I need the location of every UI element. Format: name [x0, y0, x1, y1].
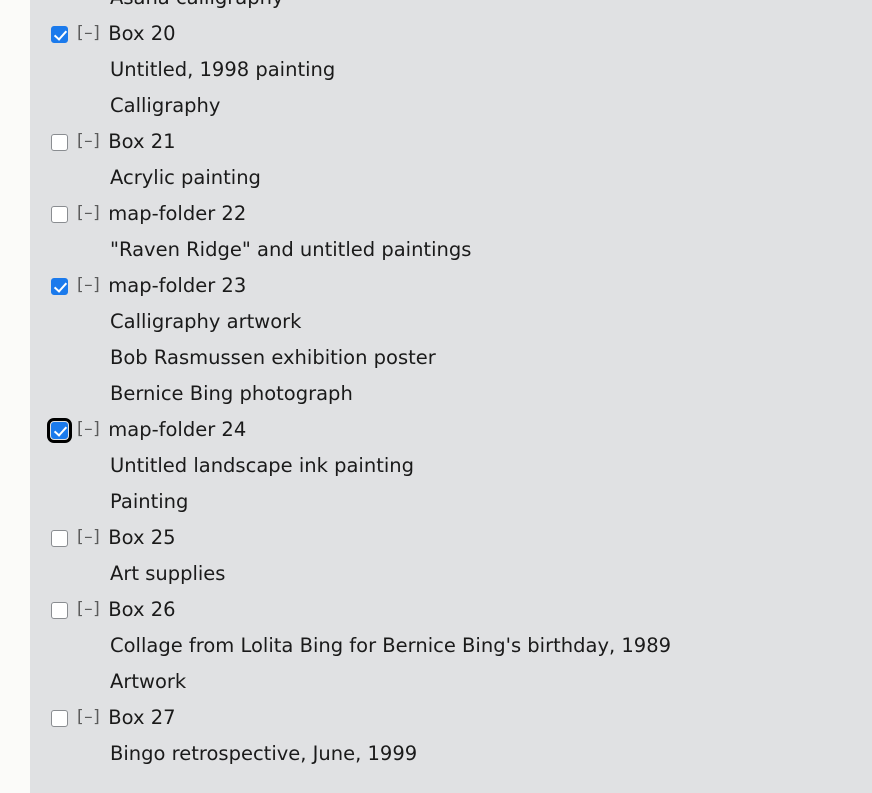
container-row[interactable]: [–] map-folder 22 — [30, 196, 872, 232]
checkbox-checked[interactable] — [51, 277, 68, 295]
item-row[interactable]: Collage from Lolita Bing for Bernice Bin… — [30, 628, 872, 664]
item-label: "Raven Ridge" and untitled paintings — [110, 238, 472, 262]
collapse-toggle-icon[interactable]: [–] — [77, 421, 100, 439]
container-label: map-folder 22 — [108, 202, 247, 226]
item-row[interactable]: Bob Rasmussen exhibition poster — [30, 340, 872, 376]
container-row[interactable]: [–] Box 20 — [30, 16, 872, 52]
item-row[interactable]: Calligraphy — [30, 88, 872, 124]
item-label: Art supplies — [110, 562, 226, 586]
item-row[interactable]: Untitled, 1998 painting — [30, 52, 872, 88]
page-root: Asana calligraphy [–] Box 20 Untitled, 1998… — [0, 0, 872, 793]
item-row[interactable]: Acrylic painting — [30, 160, 872, 196]
checkbox-unchecked[interactable] — [51, 601, 68, 619]
item-label: Bernice Bing photograph — [110, 382, 353, 406]
item-row[interactable]: Painting — [30, 484, 872, 520]
collapse-toggle-icon[interactable]: [–] — [77, 133, 100, 151]
container-label: Box 26 — [108, 598, 176, 622]
container-label: Box 20 — [108, 22, 176, 46]
collapse-toggle-icon[interactable]: [–] — [77, 205, 100, 223]
container-row[interactable]: [–] Box 26 — [30, 592, 872, 628]
item-label: Bob Rasmussen exhibition poster — [110, 346, 436, 370]
item-row[interactable]: Bernice Bing photograph — [30, 376, 872, 412]
item-label: Acrylic painting — [110, 166, 261, 190]
container-row[interactable]: [–] Box 25 — [30, 520, 872, 556]
item-row[interactable]: "Raven Ridge" and untitled paintings — [30, 232, 872, 268]
checkbox-unchecked[interactable] — [51, 709, 68, 727]
item-label: Asana calligraphy — [110, 0, 284, 8]
item-row[interactable]: Bingo retrospective, June, 1999 — [30, 736, 872, 772]
collapse-toggle-icon[interactable]: [–] — [77, 709, 100, 727]
container-label: Box 25 — [108, 526, 176, 550]
item-label: Untitled, 1998 painting — [110, 58, 336, 82]
item-label: Collage from Lolita Bing for Bernice Bin… — [110, 634, 672, 658]
item-label: Painting — [110, 490, 189, 514]
item-label: Calligraphy artwork — [110, 310, 302, 334]
item-label: Calligraphy — [110, 94, 221, 118]
item-row[interactable]: Asana calligraphy — [30, 0, 872, 16]
checkbox-checked[interactable] — [51, 25, 68, 43]
checkbox-unchecked[interactable] — [51, 133, 68, 151]
container-label: Box 21 — [108, 130, 176, 154]
collapse-toggle-icon[interactable]: [–] — [77, 277, 100, 295]
checkbox-checked[interactable] — [47, 417, 72, 443]
checkbox-unchecked[interactable] — [51, 205, 68, 223]
item-row[interactable]: Art supplies — [30, 556, 872, 592]
container-row[interactable]: [–] map-folder 23 — [30, 268, 872, 304]
container-row[interactable]: [–] Box 21 — [30, 124, 872, 160]
item-row[interactable]: Artwork — [30, 664, 872, 700]
item-label: Untitled landscape ink painting — [110, 454, 415, 478]
collapse-toggle-icon[interactable]: [–] — [77, 25, 100, 43]
container-row[interactable]: [–] map-folder 24 — [30, 412, 872, 448]
checkbox-unchecked[interactable] — [51, 529, 68, 547]
collapse-toggle-icon[interactable]: [–] — [77, 601, 100, 619]
container-row[interactable]: [–] Box 27 — [30, 700, 872, 736]
item-row[interactable]: Untitled landscape ink painting — [30, 448, 872, 484]
item-label: Bingo retrospective, June, 1999 — [110, 742, 418, 766]
container-label: Box 27 — [108, 706, 176, 730]
item-row[interactable]: Calligraphy artwork — [30, 304, 872, 340]
archival-container-tree: Asana calligraphy [–] Box 20 Untitled, 1998… — [30, 0, 872, 793]
collapse-toggle-icon[interactable]: [–] — [77, 529, 100, 547]
item-label: Artwork — [110, 670, 187, 694]
container-label: map-folder 24 — [108, 418, 247, 442]
container-label: map-folder 23 — [108, 274, 247, 298]
